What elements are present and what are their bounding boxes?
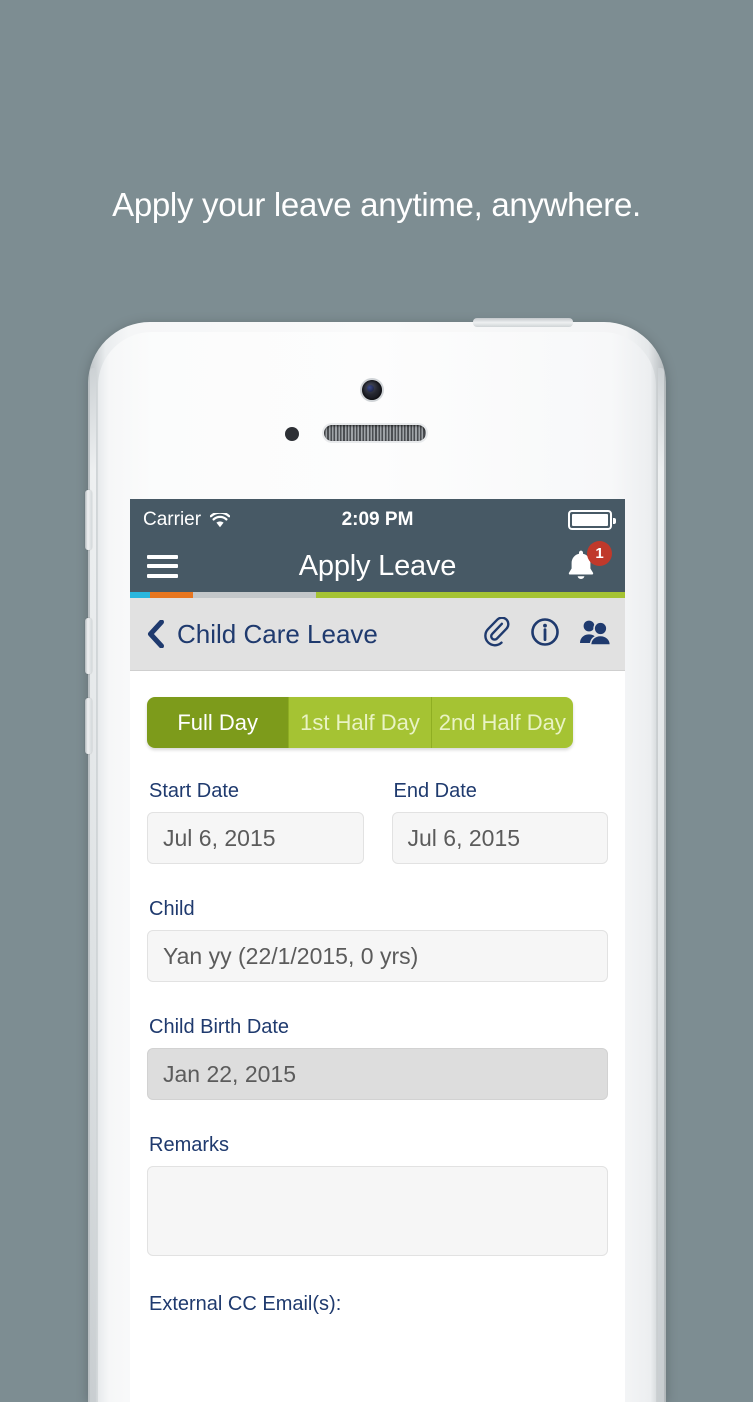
segment-first-half-day[interactable]: 1st Half Day	[288, 697, 431, 748]
child-birth-date-input: Jan 22, 2015	[147, 1048, 608, 1100]
end-date-input[interactable]: Jul 6, 2015	[391, 812, 608, 864]
sub-header: Child Care Leave	[130, 598, 625, 671]
segment-second-half-day[interactable]: 2nd Half Day	[430, 697, 573, 748]
start-date-label: Start Date	[149, 780, 240, 802]
end-date-group: End Date Jul 6, 2015	[391, 780, 608, 864]
status-bar-left: Carrier	[143, 508, 231, 531]
remarks-label: Remarks	[149, 1134, 230, 1156]
remarks-group: Remarks	[147, 1134, 608, 1256]
nav-bar: Apply Leave 1	[130, 540, 625, 592]
battery-icon	[568, 509, 616, 530]
status-bar: Carrier 2:09 PM	[130, 499, 625, 540]
wifi-icon	[209, 511, 231, 528]
mute-switch-button[interactable]	[85, 490, 92, 550]
apply-leave-form: Full Day 1st Half Day 2nd Half Day Start…	[130, 697, 625, 1402]
info-icon[interactable]	[530, 617, 560, 652]
duration-segmented-control: Full Day 1st Half Day 2nd Half Day	[147, 697, 573, 748]
attachment-icon[interactable]	[484, 616, 511, 652]
hamburger-menu-icon[interactable]	[147, 554, 178, 578]
leave-type-title: Child Care Leave	[177, 618, 378, 649]
sub-header-actions	[484, 616, 612, 652]
segment-full-day[interactable]: Full Day	[147, 697, 289, 748]
remarks-textarea[interactable]	[147, 1166, 608, 1256]
child-label: Child	[149, 898, 195, 920]
power-button[interactable]	[473, 318, 573, 327]
start-date-group: Start Date Jul 6, 2015	[147, 780, 364, 864]
front-camera-icon	[362, 380, 382, 400]
volume-down-button[interactable]	[85, 698, 92, 754]
back-chevron-icon[interactable]	[147, 619, 164, 649]
proximity-sensor-icon	[285, 427, 299, 441]
phone-device-frame: Carrier 2:09 PM Apply Leave 1 Child Care…	[85, 318, 666, 1402]
external-cc-email-label: External CC Email(s):	[149, 1293, 342, 1315]
page-title: Apply Leave	[298, 549, 457, 582]
notifications-button[interactable]: 1	[564, 541, 612, 587]
child-group: Child Yan yy (22/1/2015, 0 yrs)	[147, 898, 608, 982]
phone-screen: Carrier 2:09 PM Apply Leave 1 Child Care…	[130, 499, 625, 1402]
start-date-input[interactable]: Jul 6, 2015	[147, 812, 364, 864]
volume-up-button[interactable]	[85, 618, 92, 674]
page-tagline: Apply your leave anytime, anywhere.	[112, 186, 641, 223]
end-date-label: End Date	[393, 780, 477, 802]
child-birth-date-label: Child Birth Date	[149, 1016, 290, 1038]
child-select[interactable]: Yan yy (22/1/2015, 0 yrs)	[147, 930, 608, 982]
child-birth-date-group: Child Birth Date Jan 22, 2015	[147, 1016, 608, 1100]
date-range-row: Start Date Jul 6, 2015 End Date Jul 6, 2…	[147, 780, 608, 864]
notification-badge: 1	[587, 541, 612, 566]
carrier-label: Carrier	[143, 508, 202, 530]
delegates-icon[interactable]	[579, 618, 612, 651]
earpiece-speaker-icon	[324, 425, 426, 441]
phone-bezel-right	[658, 368, 664, 1402]
